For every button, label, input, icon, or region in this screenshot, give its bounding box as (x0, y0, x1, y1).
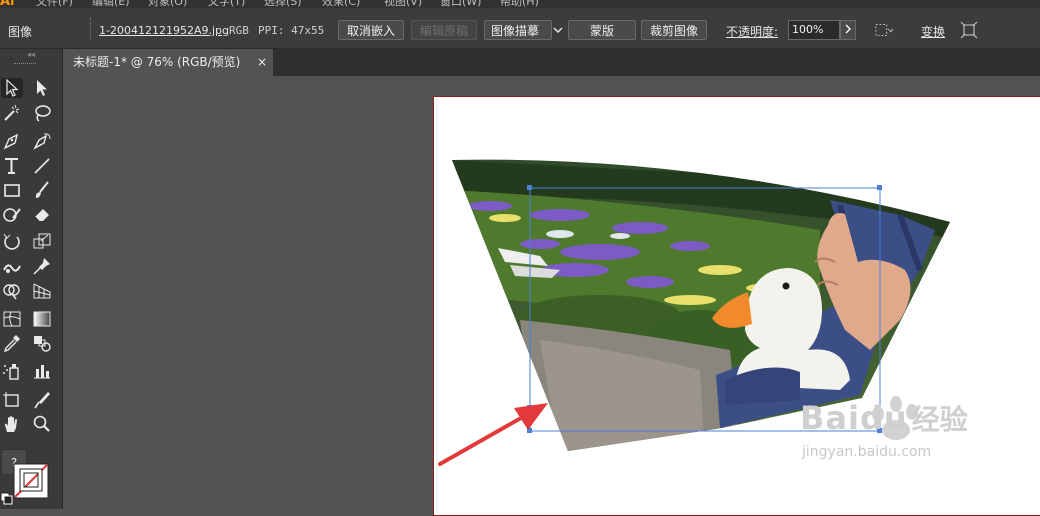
watermark-brand: Baidu (800, 399, 908, 437)
baidu-jingyan-watermark: Baidu 经验 jingyan.baidu.com (800, 398, 968, 460)
annotation-arrow-icon (438, 403, 548, 466)
watermark-url: jingyan.baidu.com (802, 444, 932, 460)
watermark-cn: 经验 (911, 403, 968, 436)
